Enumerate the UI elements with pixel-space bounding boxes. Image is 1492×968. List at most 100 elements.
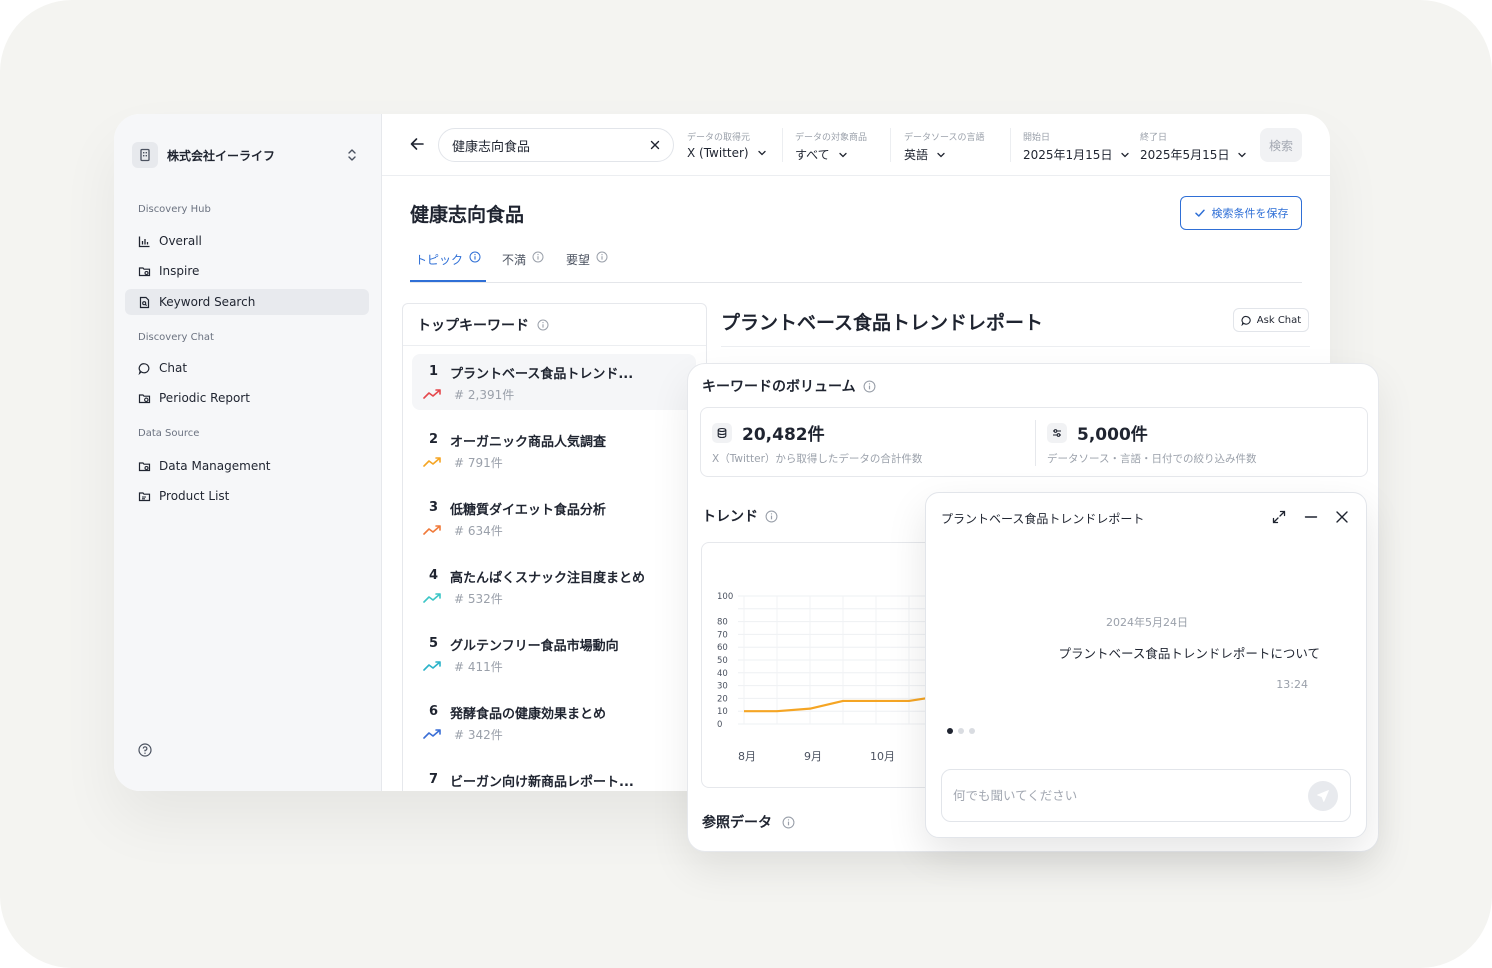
info-icon	[532, 251, 544, 263]
org-switcher[interactable]: 株式会社イーライフ	[132, 142, 364, 168]
sidebar-item-chat[interactable]: Chat	[125, 355, 369, 381]
keyword-item[interactable]: 2 オーガニック商品人気調査 # 791件	[412, 422, 696, 478]
filter-start-date[interactable]: 開始日 2025年1月15日	[1023, 130, 1130, 162]
file-search-icon	[139, 296, 150, 308]
filter-label: データの対象商品	[795, 133, 868, 143]
keyword-item[interactable]: 1 プラントベース食品トレンド... # 2,391件	[412, 354, 704, 410]
close-icon[interactable]	[649, 139, 661, 151]
x-tick-label: 10月	[870, 750, 895, 763]
trend-up-icon	[423, 593, 441, 603]
keyword-title: グルテンフリー食品市場動向	[450, 639, 619, 654]
keyword-item[interactable]: 6 発酵食品の健康効果まとめ # 342件	[412, 694, 696, 750]
sidebar-item-inspire[interactable]: Inspire	[125, 258, 369, 284]
y-tick-label: 60	[717, 643, 728, 653]
close-icon[interactable]	[1334, 509, 1350, 525]
sidebar-item-label: Keyword Search	[159, 295, 256, 309]
filter-target-product[interactable]: データの対象商品 すべて	[795, 130, 867, 162]
chat-message: プラントベース食品トレンドレポートについて	[1058, 646, 1320, 661]
trend-up-icon	[423, 729, 441, 739]
tab-label: 要望	[566, 253, 591, 267]
keyword-item[interactable]: 4 高たんぱくスナック注目度まとめ # 532件	[412, 558, 696, 614]
keyword-count: # 634件	[454, 524, 503, 538]
typing-dot	[947, 728, 953, 734]
expand-icon[interactable]	[1271, 509, 1287, 525]
keyword-title: 低糖質ダイエット食品分析	[450, 503, 606, 518]
sidebar-item-product-list[interactable]: Product List	[125, 483, 369, 509]
save-search-button[interactable]: 検索条件を保存	[1180, 196, 1302, 230]
y-tick-label: 80	[717, 618, 728, 628]
typing-dot	[969, 728, 975, 734]
keyword-title: 発酵食品の健康効果まとめ	[450, 707, 607, 722]
keyword-count: # 791件	[454, 456, 503, 470]
trend-chart-svg: 010203040506070801008月9月10月1	[717, 592, 940, 763]
keyword-item[interactable]: 7 ビーガン向け新商品レポート...	[412, 762, 696, 791]
filter-language[interactable]: データソースの言語 英語	[904, 130, 985, 162]
sidebar-item-label: Product List	[159, 489, 230, 503]
send-button[interactable]	[1308, 781, 1338, 811]
filter-value: 2025年5月15日	[1140, 148, 1230, 162]
stage-background: 株式会社イーライフ Discovery Hub Overall Inspire …	[0, 0, 1492, 968]
typing-dot	[958, 728, 964, 734]
tab-topic[interactable]: トピック	[410, 251, 487, 282]
sidebar-item-data-management[interactable]: Data Management	[125, 453, 369, 479]
chevron-down-icon	[937, 152, 945, 157]
filter-divider	[1010, 128, 1011, 162]
y-tick-label: 10	[717, 707, 728, 717]
ask-chat-label: Ask Chat	[1256, 314, 1302, 326]
top-keywords-header: トップキーワード	[403, 304, 706, 346]
filter-data-source[interactable]: データの取得元 X (Twitter)	[687, 130, 767, 162]
filter-label: データソースの言語	[904, 133, 985, 143]
chat-timestamp: 13:24	[1276, 678, 1308, 691]
tab-request[interactable]: 要望	[566, 251, 608, 282]
chat-title: プラントベース食品トレンドレポート	[941, 512, 1145, 526]
ask-chat-button[interactable]: Ask Chat	[1233, 308, 1309, 332]
sidebar-item-keyword-search[interactable]: Keyword Search	[125, 289, 369, 315]
tab-label: トピック	[415, 253, 464, 267]
chat-input[interactable]	[941, 769, 1351, 822]
chat-bubble-icon	[138, 362, 150, 375]
tab-complaint[interactable]: 不満	[502, 251, 544, 282]
top-keywords-title: トップキーワード	[417, 317, 529, 334]
keyword-count: # 2,391件	[454, 388, 515, 402]
keyword-rank: 6	[429, 704, 439, 719]
trend-up-icon	[423, 457, 441, 467]
typing-indicator	[947, 728, 975, 734]
keyword-rank: 4	[429, 568, 439, 583]
keyword-rank: 3	[429, 500, 439, 515]
chat-date: 2024年5月24日	[1106, 616, 1188, 629]
keyword-rank: 7	[429, 772, 439, 787]
tab-bar: トピック 不満 要望	[410, 244, 1302, 283]
volume-metrics: 20,482件 X（Twitter）から取得したデータの合計件数 5,000件 …	[700, 407, 1368, 477]
filter-divider	[782, 128, 783, 162]
sidebar-item-overall[interactable]: Overall	[125, 228, 369, 254]
org-name: 株式会社イーライフ	[167, 148, 276, 163]
back-arrow-icon[interactable]	[409, 136, 425, 152]
minimize-icon[interactable]	[1303, 509, 1319, 525]
folder-list-icon	[138, 491, 151, 501]
report-title: プラントベース食品トレンドレポート	[721, 312, 1044, 334]
sidebar-item-label: Overall	[159, 234, 202, 248]
keyword-item[interactable]: 5 グルテンフリー食品市場動向 # 411件	[412, 626, 696, 682]
trend-title: トレンド	[702, 509, 758, 525]
check-icon	[1194, 209, 1205, 217]
database-icon	[712, 422, 732, 443]
filter-value: 英語	[904, 148, 929, 162]
section-discovery-hub: Discovery Hub	[138, 204, 211, 215]
y-tick-label: 40	[717, 669, 728, 679]
sidebar-item-periodic-report[interactable]: Periodic Report	[125, 385, 369, 411]
keyword-item[interactable]: 3 低糖質ダイエット食品分析 # 634件	[412, 490, 696, 546]
y-tick-label: 30	[717, 682, 728, 692]
info-icon	[537, 319, 549, 330]
y-tick-label: 100	[717, 592, 733, 602]
keyword-title: ビーガン向け新商品レポート...	[450, 775, 634, 790]
help-icon[interactable]	[138, 743, 152, 757]
bar-chart-icon	[138, 236, 150, 247]
filter-value: X (Twitter)	[687, 146, 749, 160]
search-button[interactable]: 検索	[1260, 128, 1302, 162]
filter-end-date[interactable]: 終了日 2025年5月15日	[1140, 130, 1247, 162]
reference-header: 参照データ	[702, 812, 795, 832]
keyword-count: # 532件	[454, 592, 503, 606]
divider	[721, 346, 1310, 347]
section-discovery-chat: Discovery Chat	[138, 332, 214, 343]
keyword-search-input[interactable]: 健康志向食品	[438, 128, 674, 162]
